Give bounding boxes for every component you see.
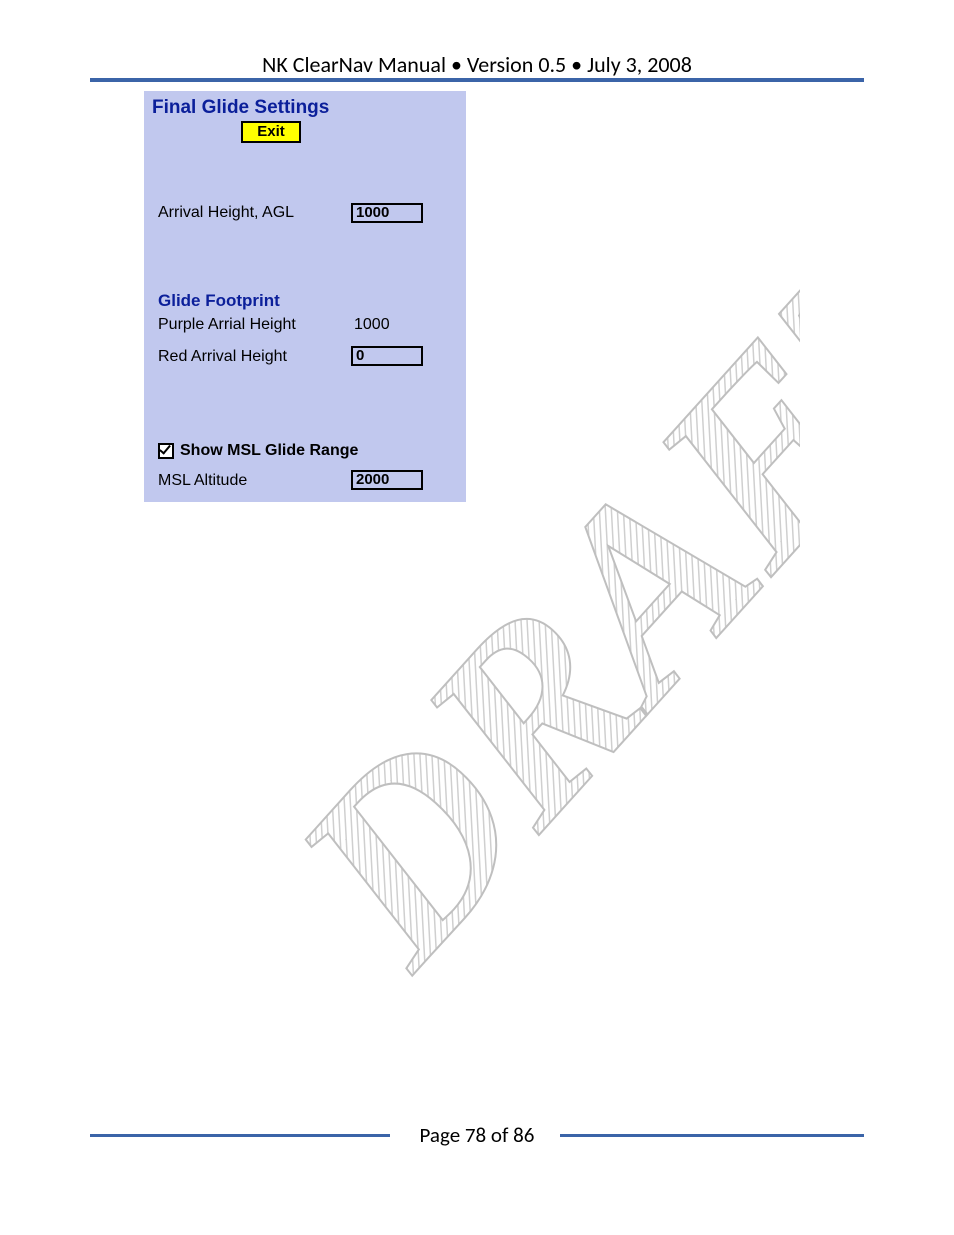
page-header: NK ClearNav Manual • Version 0.5 • July … xyxy=(0,51,954,78)
purple-arrival-height-label: Purple Arrial Height xyxy=(158,316,296,334)
msl-altitude-input[interactable]: 2000 xyxy=(351,470,423,490)
show-msl-glide-range-row[interactable]: Show MSL Glide Range xyxy=(158,442,358,460)
red-arrival-height-label: Red Arrival Height xyxy=(158,348,287,366)
purple-arrival-height-value: 1000 xyxy=(354,316,390,334)
red-arrival-height-input[interactable]: 0 xyxy=(351,346,423,366)
header-divider xyxy=(90,78,864,82)
arrival-height-label: Arrival Height, AGL xyxy=(158,204,294,222)
exit-button[interactable]: Exit xyxy=(241,121,301,143)
footer-divider-right xyxy=(560,1134,864,1137)
final-glide-settings-panel: Final Glide Settings Exit Arrival Height… xyxy=(144,91,466,502)
show-msl-glide-range-label: Show MSL Glide Range xyxy=(180,442,358,460)
glide-footprint-heading: Glide Footprint xyxy=(158,291,280,311)
msl-altitude-label: MSL Altitude xyxy=(158,472,247,490)
panel-title: Final Glide Settings xyxy=(152,97,329,119)
arrival-height-input[interactable]: 1000 xyxy=(351,203,423,223)
show-msl-glide-range-checkbox[interactable] xyxy=(158,443,174,459)
